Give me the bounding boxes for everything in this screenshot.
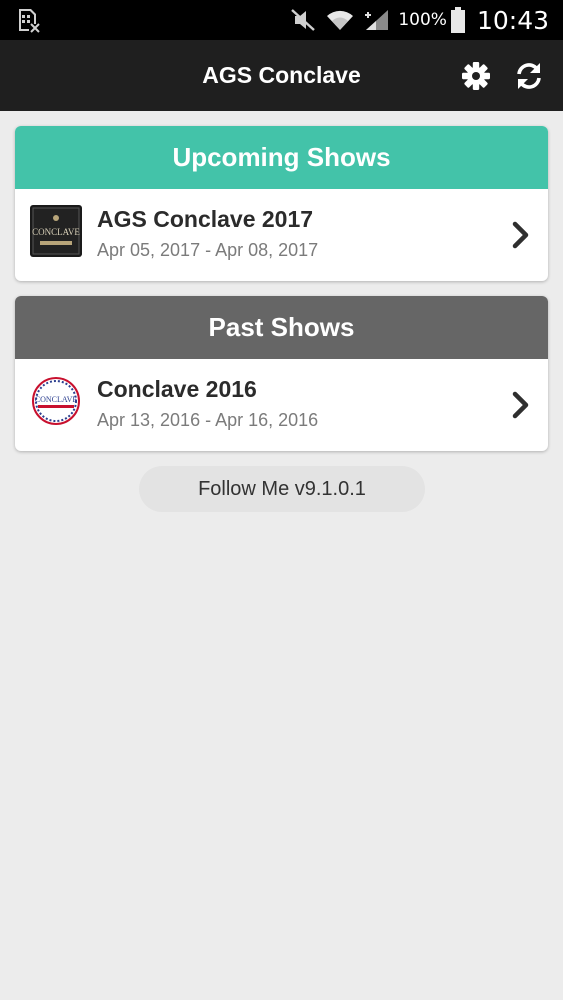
show-row-ags-conclave-2017[interactable]: CONCLAVE AGS Conclave 2017 Apr 05, 2017 … <box>15 189 548 281</box>
show-dates: Apr 05, 2017 - Apr 08, 2017 <box>97 240 319 260</box>
conclave-2016-logo: CONCLAVE <box>30 375 82 427</box>
chevron-right-icon[interactable] <box>510 390 532 420</box>
show-row-conclave-2016[interactable]: CONCLAVE Conclave 2016 Apr 13, 2016 - Ap… <box>15 359 548 451</box>
app-bar: AGS Conclave <box>0 40 563 111</box>
svg-text:CONCLAVE: CONCLAVE <box>32 227 80 237</box>
mute-icon <box>291 9 316 31</box>
battery-icon <box>450 7 465 33</box>
upcoming-shows-header: Upcoming Shows <box>15 126 548 189</box>
settings-gear-icon[interactable] <box>460 60 492 92</box>
battery-percent: 100% <box>398 10 447 30</box>
signal-icon <box>365 10 389 30</box>
status-bar: 100% 10:43 <box>0 0 563 40</box>
app-version-label: Follow Me v9.1.0.1 <box>139 466 425 512</box>
past-shows-panel: Past Shows CONCLAVE Conclave 2016 Apr 13… <box>15 296 548 451</box>
status-icons: 100% 10:43 <box>280 0 549 40</box>
refresh-icon[interactable] <box>513 60 545 92</box>
past-shows-header: Past Shows <box>15 296 548 359</box>
wifi-icon <box>327 10 354 30</box>
chevron-right-icon[interactable] <box>510 220 532 250</box>
sim-card-off-icon <box>19 9 40 33</box>
show-title: Conclave 2016 <box>97 376 257 402</box>
conclave-2017-logo: CONCLAVE <box>30 205 82 257</box>
clock: 10:43 <box>476 5 549 35</box>
svg-text:CONCLAVE: CONCLAVE <box>35 395 78 404</box>
upcoming-shows-panel: Upcoming Shows CONCLAVE AGS Conclave 201… <box>15 126 548 281</box>
show-dates: Apr 13, 2016 - Apr 16, 2016 <box>97 410 319 430</box>
show-title: AGS Conclave 2017 <box>97 206 314 232</box>
